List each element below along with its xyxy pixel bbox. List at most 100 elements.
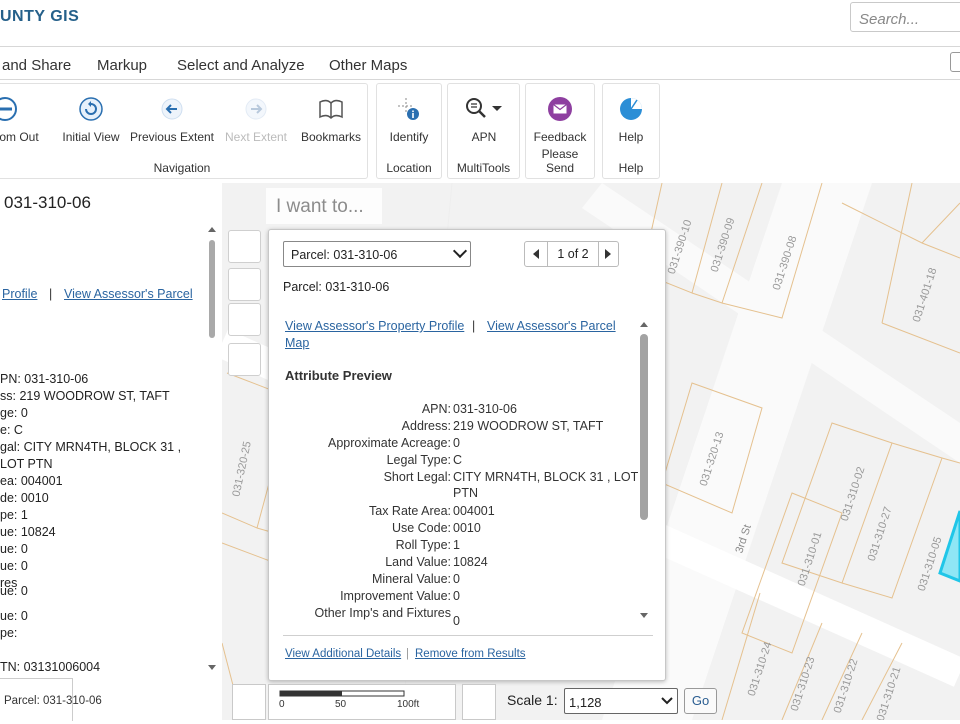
app-header: UNTY GIS xyxy=(0,0,960,47)
scroll-up-icon[interactable] xyxy=(208,227,216,232)
help-button[interactable]: Help xyxy=(603,96,659,144)
location-group: Identify Location xyxy=(376,83,442,179)
results-scrollbar[interactable] xyxy=(207,226,217,676)
identify-button[interactable]: Identify xyxy=(377,96,441,144)
map-tool-button[interactable] xyxy=(228,230,261,263)
next-extent-button[interactable]: Next Extent xyxy=(221,96,291,144)
scale-label: Scale 1: xyxy=(507,692,558,708)
results-attribute-row: TN: 03131006004 xyxy=(0,660,101,674)
results-attribute-row: de: 0010 xyxy=(0,491,49,505)
scale-bar-graphic xyxy=(279,690,405,697)
attribute-label: Short Legal: xyxy=(383,470,451,484)
scroll-down-icon[interactable] xyxy=(208,665,216,670)
menu-select-analyze[interactable]: Select and Analyze xyxy=(177,57,305,74)
attribute-label: Roll Type: xyxy=(395,538,451,552)
feedback-button[interactable]: Feedback xyxy=(526,96,594,144)
scale-bar: 0 50 100ft xyxy=(268,684,456,720)
app-title: UNTY GIS xyxy=(0,8,80,25)
search-input[interactable]: Search... xyxy=(850,2,960,32)
previous-extent-icon xyxy=(161,98,183,120)
results-attribute-row: ue: 0 xyxy=(0,542,28,556)
attribute-label: Approximate Acreage: xyxy=(328,436,451,450)
attribute-label: Tax Rate Area: xyxy=(369,504,451,518)
attribute-value: 031-310-06 xyxy=(453,402,517,416)
results-attribute-row: ue: 0 xyxy=(0,559,28,573)
help-group: Help Help xyxy=(602,83,660,179)
go-button[interactable]: Go xyxy=(684,688,717,714)
attribute-value: 1 xyxy=(453,538,460,552)
menu-share[interactable]: and Share xyxy=(2,57,71,74)
navigation-group-label: Navigation xyxy=(153,161,211,175)
attribute-preview-heading: Attribute Preview xyxy=(285,368,392,383)
map-tool-button[interactable] xyxy=(228,303,261,336)
attribute-value: CITY MRN4TH, BLOCK 31 , LOT xyxy=(453,470,639,484)
scale-select[interactable]: 1,128 xyxy=(564,688,678,714)
results-attribute-row: LOT PTN xyxy=(0,457,53,471)
next-result-button[interactable] xyxy=(597,242,619,266)
bookmarks-label: Bookmarks xyxy=(301,130,362,144)
map-tool-button[interactable] xyxy=(232,684,266,720)
results-attribute-row: e: C xyxy=(0,423,23,437)
scroll-down-icon[interactable] xyxy=(640,613,648,618)
attribute-value: 0010 xyxy=(453,521,481,535)
bookmarks-button[interactable]: Bookmarks xyxy=(301,96,361,144)
apn-button[interactable]: APN xyxy=(448,96,520,144)
selected-parcel[interactable] xyxy=(938,510,960,583)
scroll-up-icon[interactable] xyxy=(640,322,648,327)
scroll-thumb[interactable] xyxy=(640,334,648,520)
identify-label: Identify xyxy=(389,130,429,144)
result-count: 1 of 2 xyxy=(547,242,599,266)
scale-tick: 0 xyxy=(279,699,285,710)
chevron-down-icon xyxy=(661,697,673,705)
identify-icon xyxy=(398,98,419,120)
zoom-out-label: om Out xyxy=(0,130,39,144)
results-footer-label: Parcel: 031-310-06 xyxy=(4,695,102,707)
menu-other-maps[interactable]: Other Maps xyxy=(329,57,407,74)
assessor-property-profile-link[interactable]: View Assessor's Property Profile xyxy=(285,319,464,333)
popup-parcel-heading: Parcel: 031-310-06 xyxy=(283,280,390,294)
results-panel: 031-310-06 Profile | View Assessor's Par… xyxy=(0,183,223,720)
attribute-label: Land Value: xyxy=(385,555,451,569)
attribute-value: C xyxy=(453,453,463,467)
multitools-group-label: MultiTools xyxy=(456,161,511,175)
map-tool-button[interactable] xyxy=(228,268,261,301)
menu-bar: and Share Markup Select and Analyze Othe… xyxy=(0,47,960,80)
view-additional-details-link[interactable]: View Additional Details xyxy=(285,648,401,660)
assessor-parcel-link[interactable]: View Assessor's Parcel xyxy=(64,287,193,301)
attribute-label: Improvement Value: xyxy=(340,589,451,603)
results-attribute-row: ge: 0 xyxy=(0,406,28,420)
results-attribute-row: ue: 0 xyxy=(0,584,28,598)
scale-value: 1,128 xyxy=(569,695,602,710)
map-tool-button[interactable] xyxy=(228,343,261,376)
map-tool-button[interactable] xyxy=(462,684,496,720)
attribute-label: APN: xyxy=(421,402,451,416)
parcel-select[interactable]: Parcel: 031-310-06 xyxy=(283,241,471,267)
results-attribute-row: ea: 004001 xyxy=(0,474,63,488)
previous-extent-label: Previous Extent xyxy=(129,130,215,144)
i-want-to-menu[interactable]: I want to... xyxy=(266,188,382,224)
attribute-label: Legal Type: xyxy=(386,453,451,467)
initial-view-icon xyxy=(79,97,103,121)
location-group-label: Location xyxy=(386,161,432,175)
arrow-right-icon xyxy=(605,249,611,259)
assessor-profile-link[interactable]: Profile xyxy=(2,287,37,301)
previous-extent-button[interactable]: Previous Extent xyxy=(127,96,217,144)
feedback-icon xyxy=(548,97,572,121)
attribute-value: 0 xyxy=(453,436,460,450)
assessor-parcel-map-link-continued[interactable]: Map xyxy=(285,336,309,350)
attribute-value: 004001 xyxy=(453,504,495,518)
zoom-out-button[interactable]: om Out xyxy=(0,96,41,144)
assessor-parcel-map-link[interactable]: View Assessor's Parcel xyxy=(487,319,616,333)
scroll-thumb[interactable] xyxy=(209,240,215,338)
scale-tick: 50 xyxy=(335,699,347,710)
help-icon xyxy=(620,98,642,120)
initial-view-label: Initial View xyxy=(62,130,120,144)
remove-from-results-link[interactable]: Remove from Results xyxy=(415,648,526,660)
menu-markup[interactable]: Markup xyxy=(97,57,147,74)
identify-popup: Parcel: 031-310-06 1 of 2 Parcel: 031-31… xyxy=(268,229,666,681)
menu-toggle-button[interactable] xyxy=(950,52,960,72)
attribute-value: 0 xyxy=(453,589,460,603)
initial-view-button[interactable]: Initial View xyxy=(51,96,131,144)
popup-scrollbar[interactable] xyxy=(637,320,651,620)
previous-result-button[interactable] xyxy=(525,242,547,266)
